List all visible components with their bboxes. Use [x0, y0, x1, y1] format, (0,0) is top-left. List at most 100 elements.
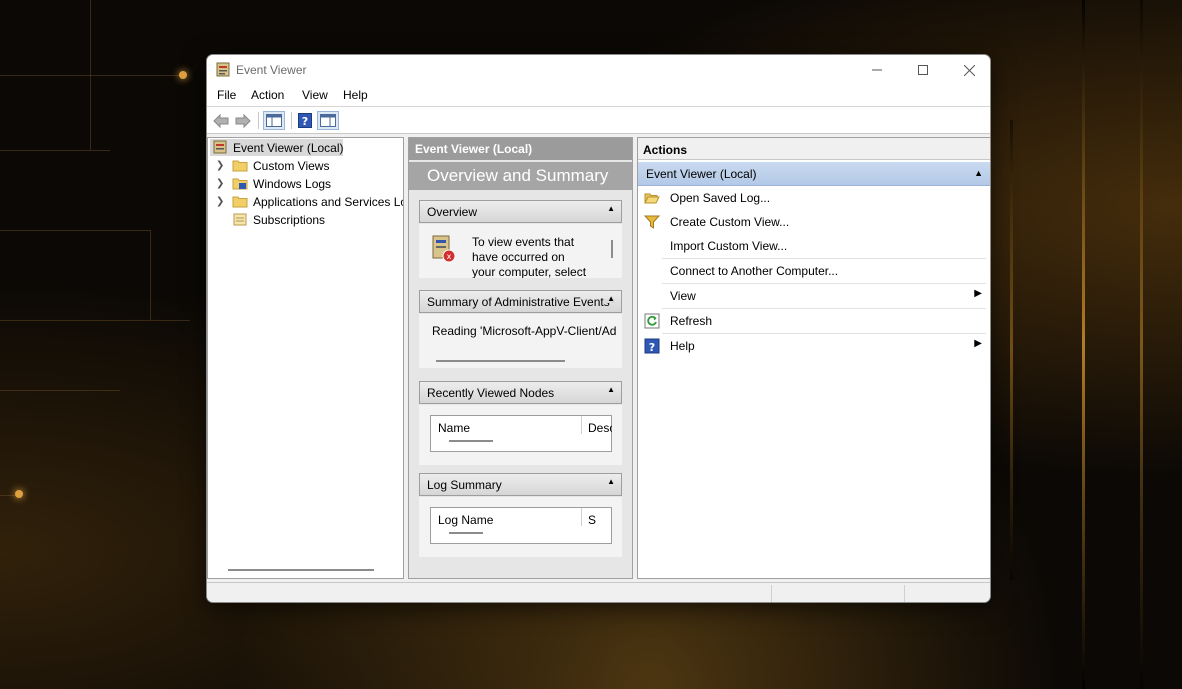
- middle-pane-header: Event Viewer (Local): [409, 138, 632, 160]
- folder-icon: [232, 196, 248, 208]
- menu-action[interactable]: Action: [251, 88, 284, 102]
- maximize-button[interactable]: [900, 55, 946, 85]
- action-view[interactable]: View ▶: [638, 284, 990, 308]
- tree-label: Event Viewer (Local): [233, 140, 344, 155]
- action-help[interactable]: ? Help ▶: [638, 334, 990, 358]
- action-label: Help: [670, 339, 695, 353]
- action-label: Open Saved Log...: [670, 191, 771, 205]
- collapse-caret-icon[interactable]: ▲: [607, 477, 615, 486]
- overview-pane: Event Viewer (Local) Overview and Summar…: [408, 137, 633, 579]
- back-button[interactable]: [211, 111, 231, 130]
- toolbar-separator: [291, 112, 292, 129]
- recent-nodes-section-body: Name Desc: [419, 405, 622, 465]
- submenu-arrow-icon: ▶: [974, 288, 982, 299]
- folder-open-icon: [644, 193, 660, 204]
- svg-text:?: ?: [649, 341, 655, 354]
- action-open-saved-log[interactable]: Open Saved Log...: [638, 186, 990, 210]
- log-summary-list[interactable]: Log Name S: [430, 507, 612, 544]
- toolbar: ?: [207, 107, 990, 134]
- minimize-button[interactable]: [854, 55, 900, 85]
- action-connect-to-another-computer[interactable]: Connect to Another Computer...: [638, 259, 990, 283]
- action-pane-icon: [320, 114, 336, 127]
- menu-help[interactable]: Help: [343, 88, 368, 102]
- arrow-left-icon: [213, 113, 229, 128]
- chevron-right-icon[interactable]: ❯: [216, 160, 224, 171]
- tree-label: Custom Views: [253, 158, 330, 173]
- recent-nodes-list[interactable]: Name Desc: [430, 415, 612, 452]
- tree-item-event-viewer-local[interactable]: Event Viewer (Local): [210, 139, 344, 156]
- help-toolbar-button[interactable]: ?: [295, 111, 315, 130]
- window-title: Event Viewer: [236, 63, 307, 77]
- show-hide-action-pane-button[interactable]: [317, 111, 339, 130]
- admin-summary-status: Reading 'Microsoft-AppV-Client/Ad: [432, 324, 617, 338]
- console-tree-pane[interactable]: Event Viewer (Local) ❯ Custom Views ❯ Wi…: [207, 137, 404, 579]
- menu-file[interactable]: File: [217, 88, 236, 102]
- chevron-right-icon[interactable]: ❯: [216, 196, 224, 207]
- action-create-custom-view[interactable]: Create Custom View...: [638, 210, 990, 234]
- actions-group-event-viewer-local[interactable]: Event Viewer (Local) ▲: [638, 162, 990, 186]
- admin-summary-section-header[interactable]: Summary of Administrative Events ▲: [419, 290, 622, 313]
- overview-section-body: x To view events that have occurred on y…: [419, 224, 622, 278]
- status-bar-separator: [904, 585, 905, 602]
- help-icon: ?: [298, 113, 312, 128]
- tree-label: Subscriptions: [253, 212, 326, 227]
- filter-funnel-icon: [644, 215, 660, 229]
- action-label: Import Custom View...: [670, 239, 788, 253]
- actions-group-title: Event Viewer (Local): [646, 167, 757, 181]
- vertical-scrollbar-thumb[interactable]: [611, 240, 613, 258]
- action-label: Refresh: [670, 314, 713, 328]
- horizontal-scrollbar-thumb[interactable]: [449, 440, 493, 442]
- column-header-description[interactable]: Desc: [588, 421, 612, 435]
- refresh-icon: [644, 313, 660, 329]
- actions-pane-header: Actions: [638, 138, 990, 160]
- action-refresh[interactable]: Refresh: [638, 309, 990, 333]
- section-title: Summary of Administrative Events: [427, 295, 610, 309]
- event-log-icon: x: [432, 235, 456, 263]
- section-title: Log Summary: [427, 478, 502, 492]
- collapse-caret-icon[interactable]: ▲: [604, 294, 615, 303]
- tree-label: Applications and Services Lo: [253, 194, 403, 209]
- action-label: Connect to Another Computer...: [670, 264, 839, 278]
- recent-nodes-section-header[interactable]: Recently Viewed Nodes ▲: [419, 381, 622, 404]
- collapse-caret-icon[interactable]: ▲: [607, 204, 615, 213]
- column-header-log-name[interactable]: Log Name: [438, 513, 493, 527]
- svg-text:?: ?: [302, 115, 308, 128]
- overview-banner: Overview and Summary: [409, 162, 632, 190]
- help-icon: ?: [644, 338, 660, 354]
- close-button[interactable]: [946, 55, 990, 85]
- horizontal-scrollbar-thumb[interactable]: [436, 360, 565, 362]
- collapse-caret-icon[interactable]: ▲: [974, 168, 983, 178]
- folder-icon: [232, 160, 248, 172]
- horizontal-scrollbar-thumb[interactable]: [449, 532, 483, 534]
- column-header-size[interactable]: S: [588, 513, 596, 527]
- chevron-right-icon[interactable]: ❯: [216, 178, 224, 189]
- tree-item-applications-and-services-logs[interactable]: ❯ Applications and Services Lo: [208, 193, 403, 210]
- column-divider[interactable]: [581, 416, 582, 434]
- tree-item-custom-views[interactable]: ❯ Custom Views: [208, 157, 403, 174]
- overview-text-line: your computer, select: [472, 265, 587, 278]
- status-bar: [207, 582, 990, 602]
- event-viewer-icon: [213, 140, 227, 154]
- log-summary-section-body: Log Name S: [419, 497, 622, 557]
- minimize-icon: [872, 69, 882, 71]
- title-bar[interactable]: Event Viewer: [207, 55, 990, 85]
- show-hide-console-tree-button[interactable]: [263, 111, 285, 130]
- event-viewer-app-icon: [216, 62, 230, 77]
- menu-view[interactable]: View: [302, 88, 328, 102]
- action-import-custom-view[interactable]: Import Custom View...: [638, 234, 990, 258]
- collapse-caret-icon[interactable]: ▲: [607, 385, 615, 394]
- overview-section-header[interactable]: Overview ▲: [419, 200, 622, 223]
- tree-item-windows-logs[interactable]: ❯ Windows Logs: [208, 175, 403, 192]
- svg-text:x: x: [447, 252, 452, 261]
- action-label: Create Custom View...: [670, 215, 790, 229]
- status-bar-separator: [771, 585, 772, 602]
- column-divider[interactable]: [581, 508, 582, 526]
- log-summary-section-header[interactable]: Log Summary ▲: [419, 473, 622, 496]
- tree-item-subscriptions[interactable]: Subscriptions: [208, 211, 403, 228]
- column-header-name[interactable]: Name: [438, 421, 470, 435]
- overview-text-line: To view events that: [472, 235, 575, 249]
- forward-button[interactable]: [233, 111, 253, 130]
- maximize-icon: [918, 65, 928, 75]
- horizontal-scrollbar-thumb[interactable]: [228, 569, 374, 571]
- section-title: Overview: [427, 205, 478, 219]
